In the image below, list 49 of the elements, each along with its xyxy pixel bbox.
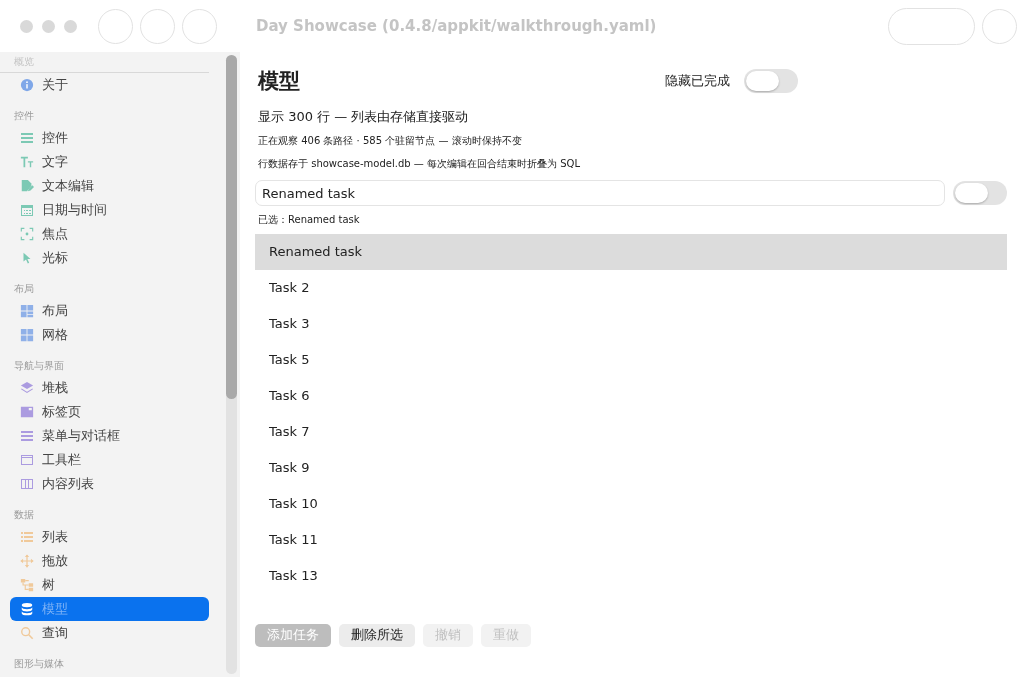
database-icon bbox=[20, 602, 34, 616]
selection-text: 已选：Renamed task bbox=[257, 213, 361, 227]
zoom-window-button[interactable] bbox=[64, 19, 77, 33]
toggle-label: 隐藏已完成 bbox=[665, 72, 730, 90]
sidebar-item[interactable]: 列表 bbox=[10, 525, 209, 549]
sidebar-item[interactable]: 日期与时间 bbox=[10, 198, 209, 222]
sidebar-item[interactable]: 菜单与对话框 bbox=[10, 424, 209, 448]
action-button[interactable]: 删除所选 bbox=[339, 624, 415, 647]
list-row[interactable]: Task 3 bbox=[255, 306, 1007, 342]
section-header: 图形与媒体 bbox=[13, 657, 65, 671]
sidebar-item[interactable]: 查询 bbox=[10, 621, 209, 645]
list-row[interactable]: Task 13 bbox=[255, 558, 1007, 594]
toggle-switch[interactable] bbox=[953, 181, 1007, 205]
toggle-switch[interactable] bbox=[744, 69, 798, 93]
summary-text: 显示 300 行 — 列表由存储直接驱动 bbox=[257, 108, 470, 126]
section-header: 布局 bbox=[13, 282, 35, 296]
sidebar-item[interactable]: 控件 bbox=[10, 126, 209, 150]
sidebar-item[interactable]: 布局 bbox=[10, 299, 209, 323]
list-row[interactable]: Renamed task bbox=[255, 234, 1007, 270]
list-row[interactable]: Task 10 bbox=[255, 486, 1007, 522]
storage-text: 行数据存于 showcase-model.db — 每次编辑在回合结束时折叠为 SQL bbox=[257, 157, 581, 171]
section-header: 导航与界面 bbox=[13, 359, 65, 373]
sidebar-item[interactable]: 内容列表 bbox=[10, 472, 209, 496]
sidebar-item[interactable]: 工具栏 bbox=[10, 448, 209, 472]
sidebar-item[interactable]: 堆栈 bbox=[10, 376, 209, 400]
scroll-bar[interactable] bbox=[226, 55, 237, 674]
list-row[interactable]: Task 11 bbox=[255, 522, 1007, 558]
list-row[interactable]: Task 6 bbox=[255, 378, 1007, 414]
sidebar-item[interactable]: 光标 bbox=[10, 246, 209, 270]
list-row[interactable]: Task 9 bbox=[255, 450, 1007, 486]
minimize-window-button[interactable] bbox=[42, 19, 55, 33]
page-title: 模型 bbox=[258, 68, 301, 95]
stats-text: 正在观察 406 条路径 · 585 个驻留节点 — 滚动时保持不变 bbox=[257, 134, 523, 148]
list-row[interactable]: Task 5 bbox=[255, 342, 1007, 378]
sidebar-item[interactable]: 文本编辑 bbox=[10, 174, 209, 198]
sidebar-item[interactable]: 关于 bbox=[10, 73, 209, 97]
section-header: 控件 bbox=[13, 109, 35, 123]
list-row[interactable]: Task 2 bbox=[255, 270, 1007, 306]
section-header: 数据 bbox=[13, 508, 35, 522]
sidebar-item[interactable]: 标签页 bbox=[10, 400, 209, 424]
sidebar-item[interactable]: 树 bbox=[10, 573, 209, 597]
sidebar-item[interactable]: 焦点 bbox=[10, 222, 209, 246]
window-title: Day Showcase (0.4.8/appkit/walkthrough.yaml) bbox=[256, 17, 657, 35]
list-row[interactable]: Task 7 bbox=[255, 414, 1007, 450]
text-field[interactable]: Renamed task bbox=[255, 180, 945, 206]
close-window-button[interactable] bbox=[20, 19, 33, 33]
sidebar-item[interactable]: 拖放 bbox=[10, 549, 209, 573]
sidebar-item[interactable]: 文字 bbox=[10, 150, 209, 174]
sidebar-item[interactable]: 网格 bbox=[10, 323, 209, 347]
